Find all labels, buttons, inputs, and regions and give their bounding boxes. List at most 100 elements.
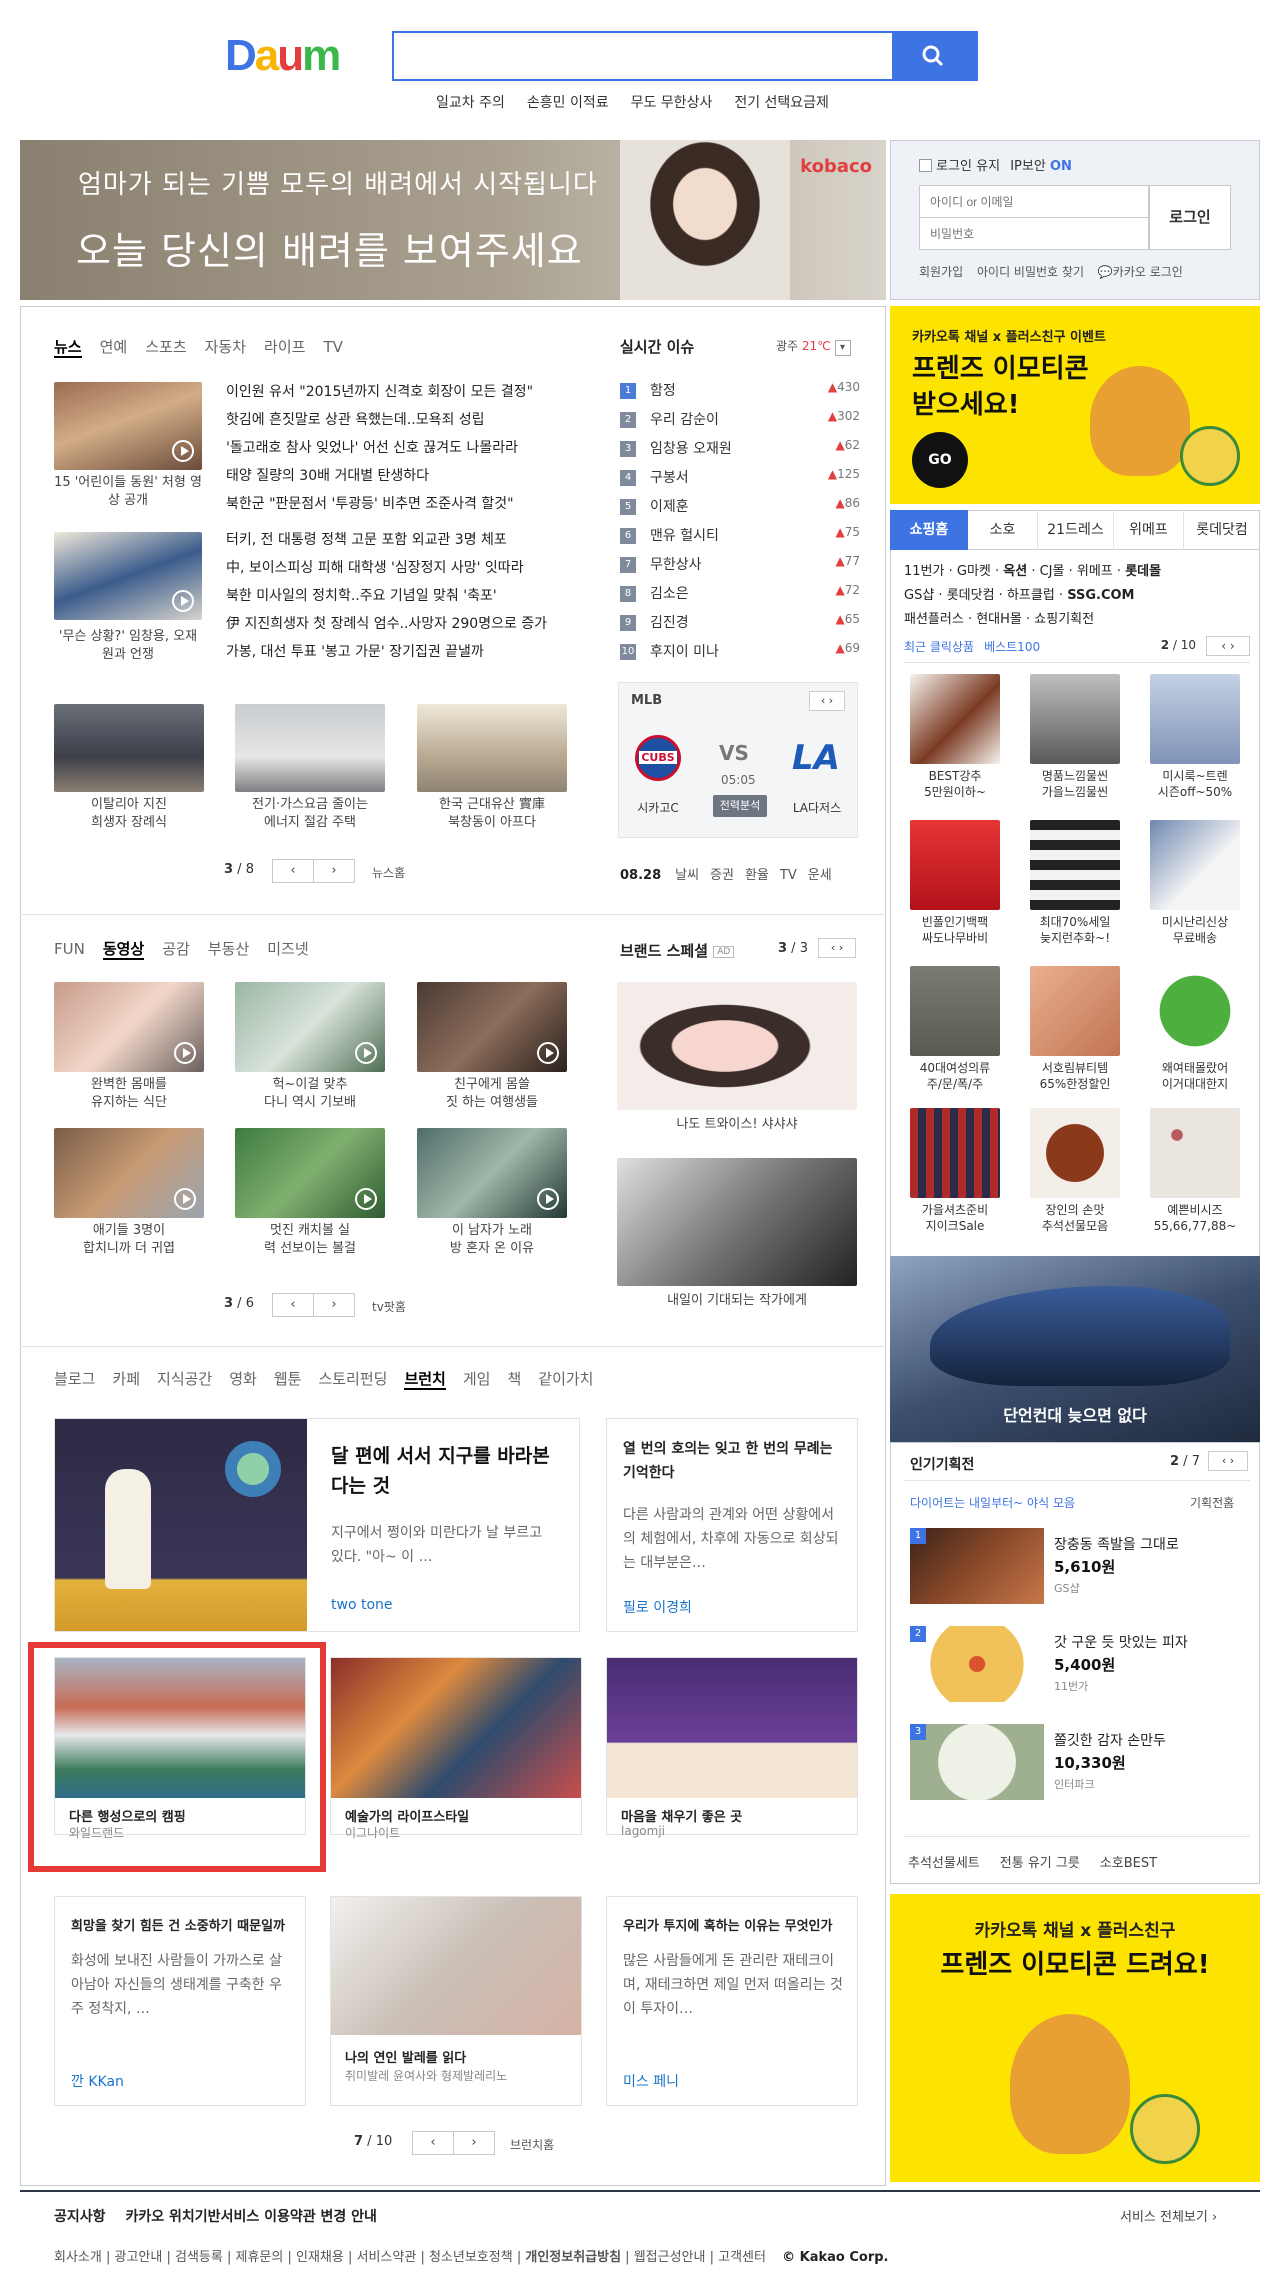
mall-link[interactable]: 위메프	[1077, 564, 1113, 579]
shop-item[interactable]: 예쁜비시즈 55,66,77,88~	[1150, 1108, 1240, 1234]
mall-link[interactable]: 옥션	[1003, 564, 1027, 579]
footer-link[interactable]: 제휴문의	[236, 2250, 284, 2265]
image-card[interactable]: 마음을 채우기 좋은 곳 lagomji	[606, 1657, 858, 1838]
news-thumb-caption[interactable]: 15 '어린이들 동원' 처형 영상 공개	[54, 474, 202, 510]
mall-link[interactable]: 패션플러스	[904, 612, 964, 627]
password-field[interactable]	[919, 217, 1149, 250]
text-card[interactable]: 우리가 투지에 혹하는 이유는 무엇인가 많은 사람들에게 돈 관리란 재테크이…	[606, 1896, 858, 2106]
image-card[interactable]: 나의 연인 발레를 읽다 취미발레 윤여사와 형제발레리노	[330, 1896, 582, 2106]
shop-item[interactable]: 장인의 손맛 추석선물모음	[1030, 1108, 1120, 1234]
mall-link[interactable]: G마켓	[957, 564, 991, 579]
find-account-link[interactable]: 아이디 비밀번호 찾기	[977, 265, 1084, 279]
brand-photo[interactable]	[617, 1158, 857, 1286]
plan-item[interactable]: 2 갓 구운 듯 맛있는 피자 5,400원 11번가	[910, 1626, 1240, 1716]
shop-item[interactable]: 최대70%세일 늦지런추화~!	[1030, 820, 1120, 946]
headline[interactable]: 북한 미사일의 정치학..주요 기념일 맞춰 '축포'	[226, 582, 586, 610]
id-field[interactable]	[919, 185, 1149, 218]
tv-link[interactable]: TV	[780, 868, 797, 883]
tab-brunch[interactable]: 브런치	[404, 1370, 446, 1390]
mall-link[interactable]: 쇼핑기획전	[1034, 612, 1094, 627]
kakao-ad-top[interactable]: 카카오톡 채널 x 플러스친구 이벤트 프렌즈 이모티콘 받으세요! GO	[890, 306, 1260, 504]
video-thumb[interactable]	[417, 982, 567, 1072]
shop-item[interactable]: BEST강추 5만원이하~	[910, 674, 1000, 800]
plan-item[interactable]: 3 쫄깃한 감자 손만두 10,330원 인터파크	[910, 1724, 1240, 1814]
headline[interactable]: 가봉, 대선 투표 '봉고 가문' 장기집권 끝낼까	[226, 638, 586, 666]
news-photo-caption[interactable]: 이탈리아 지진 희생자 장례식	[54, 796, 204, 832]
news-home-link[interactable]: 뉴스홈	[372, 864, 405, 881]
tab-cafe[interactable]: 카페	[112, 1370, 140, 1388]
issue-item[interactable]: 9 김진경 ▲65	[620, 610, 860, 639]
tab-empathy[interactable]: 공감	[162, 940, 190, 958]
tab-book[interactable]: 책	[507, 1370, 521, 1388]
text-card[interactable]: 희망을 찾기 힘든 건 소중하기 때문일까 화성에 보내진 사람들이 가까스로 …	[54, 1896, 306, 2106]
tab-tv[interactable]: TV	[323, 338, 342, 356]
brand-caption[interactable]: 나도 트와이스! 샤샤샤	[617, 1116, 857, 1134]
video-caption[interactable]: 헉~이걸 맞추 다니 역시 기보배	[235, 1076, 385, 1112]
trending-link[interactable]: 전기 선택요금제	[734, 95, 829, 111]
tab-21dress[interactable]: 21드레스	[1038, 510, 1114, 550]
tab-sports[interactable]: 스포츠	[145, 338, 186, 356]
dodgers-logo[interactable]: LA	[791, 733, 841, 783]
card-author[interactable]: 취미발레 윤여사와 형제발레리노	[345, 2067, 507, 2084]
footer-link[interactable]: 회사소개	[54, 2250, 102, 2265]
tab-webtoon[interactable]: 웹툰	[274, 1370, 302, 1388]
plans-sub-link[interactable]: 다이어트는 내일부터~ 야식 모음	[910, 1494, 1075, 1511]
video-thumb[interactable]	[235, 982, 385, 1072]
tab-lotte[interactable]: 롯데닷컴	[1184, 510, 1260, 550]
headline[interactable]: 태양 질량의 30배 거대별 탄생하다	[226, 462, 586, 490]
headline[interactable]: 이인원 유서 "2015년까지 신격호 회장이 모든 결정"	[226, 378, 586, 406]
feature-author[interactable]: two tone	[331, 1597, 393, 1613]
all-services-link[interactable]: 서비스 전체보기 ›	[1120, 2206, 1217, 2225]
tab-mizznet[interactable]: 미즈넷	[267, 940, 308, 958]
issue-item[interactable]: 1 함정 ▲430	[620, 378, 860, 407]
video-caption[interactable]: 애기들 3명이 합치니까 더 귀엽	[54, 1222, 204, 1258]
footer-link[interactable]: 고객센터	[718, 2250, 766, 2265]
mall-link[interactable]: 현대H몰	[976, 612, 1022, 627]
headline[interactable]: 中, 보이스피싱 피해 대학생 '심장정지 사망' 잇따라	[226, 554, 586, 582]
news-thumb[interactable]	[54, 532, 202, 620]
plan-link[interactable]: 추석선물세트	[908, 1856, 980, 1871]
keep-login-checkbox[interactable]	[919, 159, 932, 172]
best100-tab[interactable]: 베스트100	[984, 640, 1040, 654]
issue-item[interactable]: 5 이제훈 ▲86	[620, 494, 860, 523]
tab-soho[interactable]: 소호	[968, 510, 1038, 550]
video-thumb[interactable]	[54, 1128, 204, 1218]
next-button[interactable]: ›	[453, 2131, 495, 2155]
shop-item[interactable]: 빈폴인기백팩 싸도나무바비	[910, 820, 1000, 946]
video-caption[interactable]: 완벽한 몸매를 유지하는 식단	[54, 1076, 204, 1112]
headline[interactable]: 터키, 전 대통령 정책 고문 포함 외교관 3명 체포	[226, 526, 586, 554]
mall-link[interactable]: 롯데몰	[1125, 564, 1161, 579]
brand-caption[interactable]: 내일이 기대되는 작가에게	[617, 1292, 857, 1310]
footer-link[interactable]: 청소년보호정책	[429, 2250, 513, 2265]
tvpot-home-link[interactable]: tv팟홈	[372, 1298, 406, 1315]
news-photo[interactable]	[235, 704, 385, 792]
mall-link[interactable]: SSG.COM	[1067, 588, 1134, 603]
tab-car[interactable]: 자동차	[205, 338, 246, 356]
footer-link[interactable]: 인재채용	[296, 2250, 344, 2265]
mall-link[interactable]: GS샵	[904, 588, 934, 603]
tab-knowledge[interactable]: 지식공간	[157, 1370, 212, 1388]
footer-link[interactable]: 웹접근성안내	[634, 2250, 706, 2265]
tab-fun[interactable]: FUN	[54, 940, 85, 958]
trending-link[interactable]: 손흥민 이적료	[527, 95, 609, 111]
card-author[interactable]: lagomji	[621, 1824, 665, 1838]
tab-movie[interactable]: 영화	[229, 1370, 257, 1388]
mall-link[interactable]: 롯데닷컴	[947, 588, 995, 603]
login-button[interactable]: 로그인	[1149, 185, 1231, 250]
brand-photo[interactable]	[617, 982, 857, 1110]
trending-link[interactable]: 일교차 주의	[436, 95, 505, 111]
tab-storyfunding[interactable]: 스토리펀딩	[318, 1370, 387, 1388]
shop-item[interactable]: 명품느낌물씬 가을느낌물씬	[1030, 674, 1120, 800]
mall-link[interactable]: 11번가	[904, 564, 944, 579]
tab-game[interactable]: 게임	[463, 1370, 491, 1388]
footer-link[interactable]: 개인정보취급방침	[525, 2250, 621, 2265]
mlb-nav[interactable]: ‹ ›	[809, 691, 845, 711]
video-thumb[interactable]	[417, 1128, 567, 1218]
tab-shopping-home[interactable]: 쇼핑홈	[890, 510, 968, 550]
stock-link[interactable]: 증권	[710, 868, 734, 883]
news-thumb[interactable]	[54, 382, 202, 470]
go-button[interactable]: GO	[912, 432, 968, 488]
news-photo-caption[interactable]: 전기·가스요금 줄이는 에너지 절감 주택	[235, 796, 385, 832]
chevron-down-icon[interactable]: ▾	[834, 340, 851, 356]
recent-click-tab[interactable]: 최근 클릭상품	[904, 640, 974, 654]
